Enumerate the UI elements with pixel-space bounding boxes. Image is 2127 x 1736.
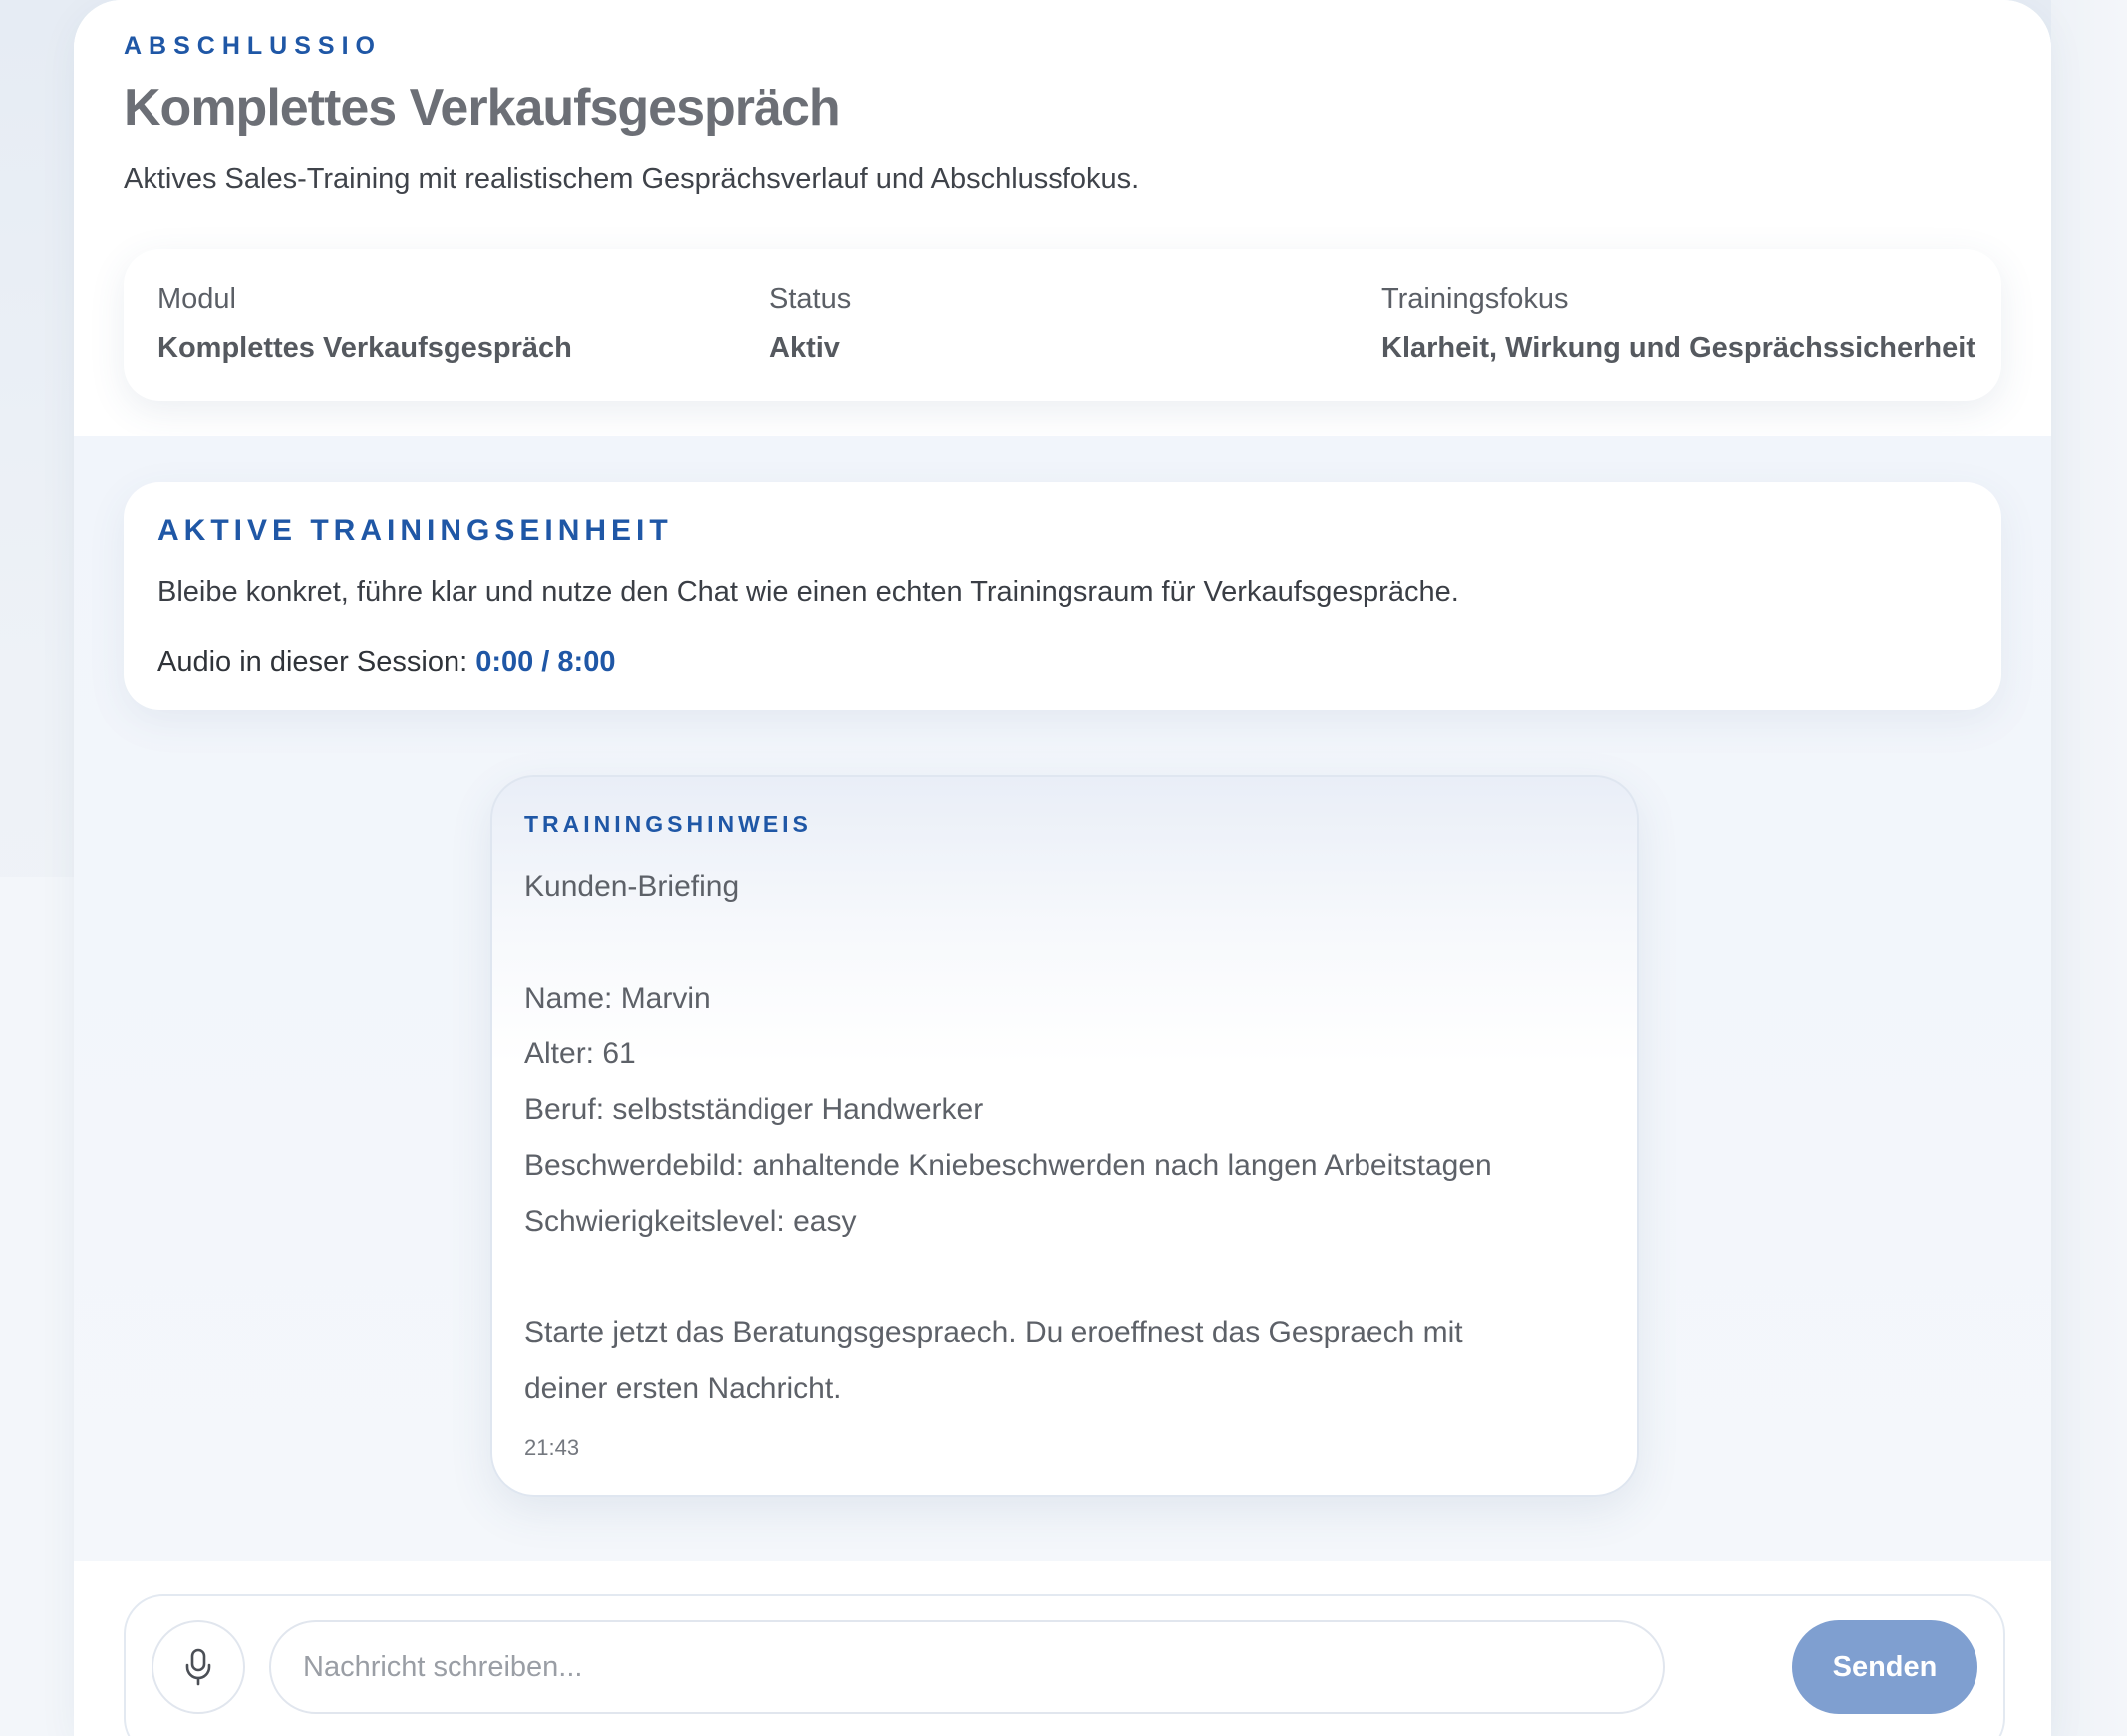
right-background-strip — [2051, 0, 2127, 1736]
message-instruction-line-1: Starte jetzt das Beratungsgespraech. Du … — [524, 1316, 1463, 1349]
message-input[interactable] — [269, 1620, 1665, 1714]
info-panel: Modul Komplettes Verkaufsgespräch Status… — [124, 249, 2001, 401]
message-complaint: Beschwerdebild: anhaltende Kniebeschwerd… — [524, 1149, 1492, 1182]
session-audio-label: Audio in dieser Session: — [157, 646, 468, 678]
message-difficulty: Schwierigkeitslevel: easy — [524, 1205, 857, 1238]
info-module-value: Komplettes Verkaufsgespräch — [157, 332, 572, 364]
left-background-strip — [0, 877, 74, 1736]
message-composer: Senden — [124, 1594, 2005, 1736]
send-button[interactable]: Senden — [1792, 1620, 1977, 1714]
session-audio-time: 0:00 / 8:00 — [475, 646, 616, 678]
message-body: Kunden-Briefing Name: Marvin Alter: 61 B… — [524, 859, 1601, 1417]
info-focus-value: Klarheit, Wirkung und Gesprächssicherhei… — [1381, 332, 1975, 364]
message-label: TRAININGSHINWEIS — [524, 811, 812, 837]
session-description: Bleibe konkret, führe klar und nutze den… — [157, 576, 1459, 608]
message-timestamp: 21:43 — [524, 1435, 580, 1460]
brand-name: ABSCHLUSSIO — [124, 32, 382, 60]
session-audio: Audio in dieser Session: 0:00 / 8:00 — [157, 646, 615, 679]
message-title: Kunden-Briefing — [524, 870, 740, 903]
microphone-icon — [185, 1648, 211, 1686]
message-age: Alter: 61 — [524, 1037, 636, 1070]
microphone-button[interactable] — [152, 1620, 245, 1714]
info-module-label: Modul — [157, 283, 236, 315]
header: ABSCHLUSSIO Komplettes Verkaufsgespräch … — [74, 0, 2051, 436]
page-title: Komplettes Verkaufsgespräch — [124, 79, 841, 137]
message-instruction-line-2: deiner ersten Nachricht. — [524, 1372, 842, 1405]
page-subtitle: Aktives Sales-Training mit realistischem… — [124, 163, 1140, 195]
info-status-value: Aktiv — [769, 332, 840, 364]
info-status-label: Status — [769, 283, 852, 315]
training-hint-message: TRAININGSHINWEIS Kunden-Briefing Name: M… — [490, 775, 1639, 1497]
composer-area: Senden — [74, 1561, 2051, 1736]
info-status: Status Aktiv — [769, 283, 851, 365]
message-name: Name: Marvin — [524, 982, 711, 1014]
info-focus-label: Trainingsfokus — [1381, 283, 1569, 315]
session-card: AKTIVE TRAININGSEINHEIT Bleibe konkret, … — [124, 482, 2001, 710]
info-focus: Trainingsfokus Klarheit, Wirkung und Ges… — [1381, 283, 1975, 365]
training-card: ABSCHLUSSIO Komplettes Verkaufsgespräch … — [74, 0, 2051, 1736]
session-heading: AKTIVE TRAININGSEINHEIT — [157, 514, 673, 547]
chat-area[interactable]: AKTIVE TRAININGSEINHEIT Bleibe konkret, … — [74, 436, 2051, 1561]
message-job: Beruf: selbstständiger Handwerker — [524, 1093, 984, 1126]
info-module: Modul Komplettes Verkaufsgespräch — [157, 283, 572, 365]
